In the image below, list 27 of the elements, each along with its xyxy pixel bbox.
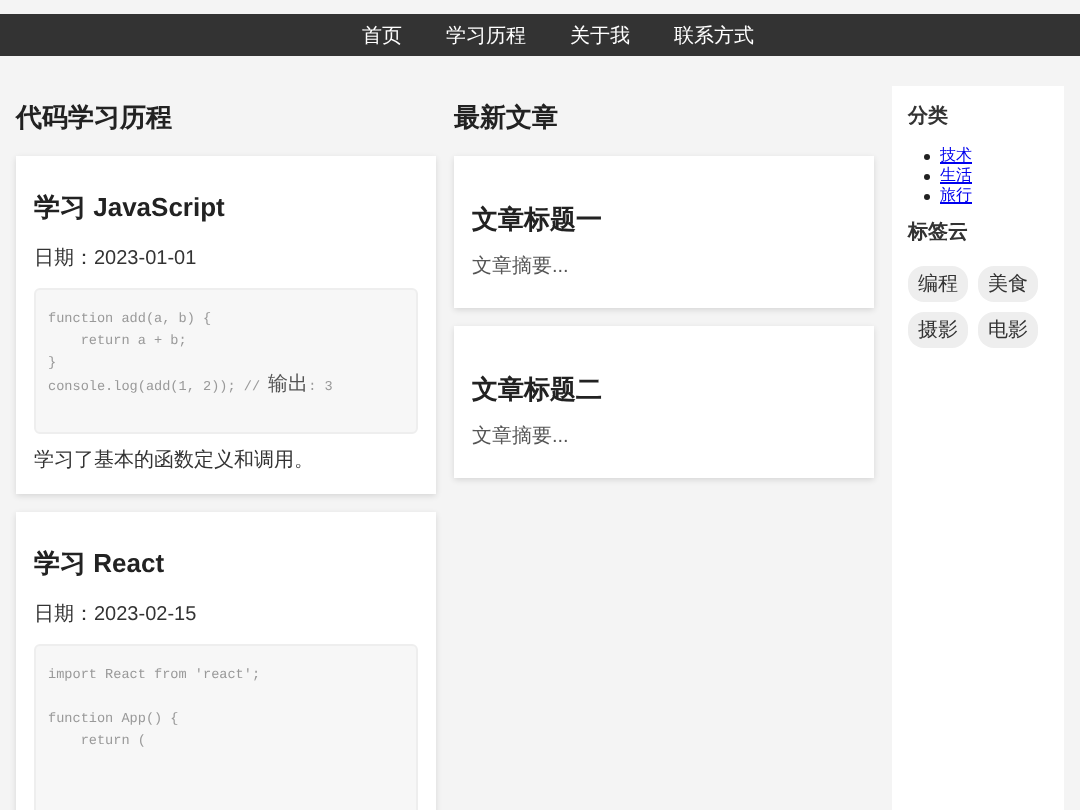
sidebar-heading: 标签云: [908, 222, 970, 246]
entry-summary: 学习了基本的函数定义和调用。: [34, 450, 316, 474]
category-link[interactable]: 技术: [940, 146, 972, 166]
bullet-icon: [924, 153, 930, 159]
nav-link[interactable]: 首页: [362, 21, 402, 49]
tag-chip[interactable]: 电影: [978, 312, 1038, 348]
article-excerpt: 文章摘要...: [472, 426, 571, 450]
entry-date: 日期：2023-01-01: [34, 248, 199, 272]
bullet-icon: [924, 173, 930, 179]
bullet-icon: [924, 193, 930, 199]
nav-link[interactable]: 联系方式: [674, 21, 754, 49]
entry-title: 学习 JavaScript: [34, 192, 227, 224]
article-title: 文章标题一: [472, 204, 604, 236]
entry-date: 日期：2023-02-15: [34, 604, 199, 628]
tag-chip[interactable]: 编程: [908, 266, 968, 302]
section-heading: 代码学习历程: [16, 102, 174, 134]
article-title: 文章标题二: [472, 374, 604, 406]
nav-link[interactable]: 学习历程: [446, 21, 526, 49]
nav-link[interactable]: 关于我: [570, 21, 630, 49]
entry-title: 学习 React: [34, 548, 167, 580]
tag-chip[interactable]: 美食: [978, 266, 1038, 302]
article-excerpt: 文章摘要...: [472, 256, 571, 280]
section-heading: 最新文章: [454, 102, 560, 134]
tag-chip[interactable]: 摄影: [908, 312, 968, 348]
category-link[interactable]: 旅行: [940, 186, 972, 206]
sidebar-heading: 分类: [908, 106, 950, 130]
category-link[interactable]: 生活: [940, 166, 972, 186]
